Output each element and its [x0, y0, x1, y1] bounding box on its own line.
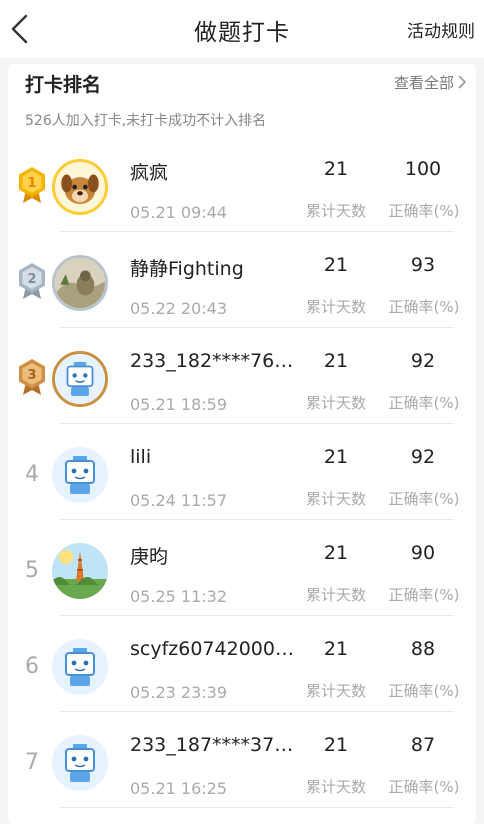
accuracy-label: 正确率(%): [388, 394, 460, 412]
ranking-title: 打卡排名: [25, 74, 102, 96]
accuracy-label: 正确率(%): [388, 202, 460, 220]
user-name: 233_182****7699: [130, 350, 298, 372]
accuracy-value: 87: [410, 734, 436, 756]
user-name: 疯疯: [130, 162, 169, 184]
robot-avatar: [52, 351, 108, 407]
rank-number: 7: [25, 750, 39, 775]
user-name: 庚昀: [130, 546, 169, 568]
bronze-medal-icon: 3: [19, 359, 45, 395]
svg-text:2: 2: [27, 272, 36, 287]
ranking-row[interactable]: 3 233_182****7699 05.21 18:59 21 累计天数 92…: [8, 328, 476, 424]
total-days-value: 21: [323, 158, 349, 180]
total-days-value: 21: [323, 734, 349, 756]
ranking-row[interactable]: 2 静静Fighting 05.22 20:43 21 累计天数 93 正确率(…: [8, 232, 476, 328]
ranking-subtitle: 526人加入打卡,未打卡成功不计入排名: [25, 113, 267, 129]
checkin-time: 05.25 11:32: [130, 587, 227, 606]
accuracy-value: 93: [410, 254, 436, 276]
total-days-label: 累计天数: [305, 586, 366, 604]
user-name: lili: [130, 446, 152, 468]
robot-avatar: [52, 735, 108, 791]
accuracy-label: 正确率(%): [388, 298, 460, 316]
dog-avatar: [52, 159, 108, 215]
checkin-time: 05.21 18:59: [130, 395, 227, 414]
accuracy-label: 正确率(%): [388, 586, 460, 604]
accuracy-label: 正确率(%): [388, 490, 460, 508]
silver-medal-icon: 2: [19, 263, 45, 299]
top-nav-bar: 做题打卡 活动规则: [0, 0, 484, 58]
robot-avatar: [52, 447, 108, 503]
chevron-right-icon[interactable]: [457, 75, 467, 89]
checkin-time: 05.24 11:57: [130, 491, 227, 510]
rank-number: 5: [25, 558, 39, 583]
total-days-label: 累计天数: [305, 682, 366, 700]
checkin-time: 05.22 20:43: [130, 299, 227, 318]
robot-avatar: [52, 639, 108, 695]
accuracy-value: 88: [410, 638, 436, 660]
user-name: 233_187****3785: [130, 734, 298, 756]
accuracy-value: 92: [410, 446, 436, 468]
accuracy-label: 正确率(%): [388, 778, 460, 796]
svg-text:1: 1: [27, 176, 36, 191]
total-days-value: 21: [323, 254, 349, 276]
total-days-label: 累计天数: [305, 394, 366, 412]
total-days-label: 累计天数: [305, 298, 366, 316]
ranking-card: 打卡排名 查看全部 526人加入打卡,未打卡成功不计入排名 1 疯疯 05.21…: [8, 64, 476, 824]
activity-rules-link[interactable]: 活动规则: [407, 17, 475, 42]
gold-medal-icon: 1: [19, 167, 45, 203]
ranking-row[interactable]: 5 庚昀 05.25 11:32 21 累计天数 90 正确率(%): [8, 520, 476, 616]
accuracy-value: 100: [404, 158, 442, 180]
user-name: scyfz60742000…: [130, 638, 294, 660]
total-days-label: 累计天数: [305, 490, 366, 508]
total-days-label: 累计天数: [305, 202, 366, 220]
checkin-time: 05.21 16:25: [130, 779, 227, 798]
rank-number: 6: [25, 654, 39, 679]
rank-number: 4: [25, 462, 39, 487]
accuracy-value: 92: [410, 350, 436, 372]
total-days-value: 21: [323, 638, 349, 660]
checkin-time: 05.23 23:39: [130, 683, 227, 702]
total-days-value: 21: [323, 446, 349, 468]
checkin-time: 05.21 09:44: [130, 203, 227, 222]
ranking-row[interactable]: 6 scyfz60742000… 05.23 23:39 21 累计天数 88 …: [8, 616, 476, 712]
total-days-value: 21: [323, 542, 349, 564]
photo-avatar: [52, 255, 108, 311]
svg-text:3: 3: [27, 368, 36, 383]
accuracy-value: 90: [410, 542, 436, 564]
total-days-label: 累计天数: [305, 778, 366, 796]
ranking-row[interactable]: 7 233_187****3785 05.21 16:25 21 累计天数 87…: [8, 712, 476, 808]
user-name: 静静Fighting: [130, 258, 244, 280]
ranking-row[interactable]: 1 疯疯 05.21 09:44 21 累计天数 100 正确率(%): [8, 136, 476, 232]
ranking-row[interactable]: 4 lili 05.24 11:57 21 累计天数 92 正确率(%): [8, 424, 476, 520]
row-divider: [59, 807, 454, 808]
total-days-value: 21: [323, 350, 349, 372]
view-all-link[interactable]: 查看全部: [394, 72, 454, 93]
tower-avatar: [52, 543, 108, 599]
accuracy-label: 正确率(%): [388, 682, 460, 700]
